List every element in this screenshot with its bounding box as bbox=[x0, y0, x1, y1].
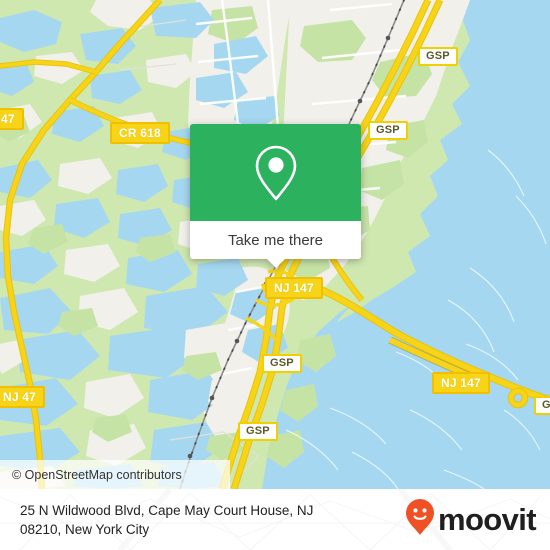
road-shield-gsp-2: GSP bbox=[368, 121, 408, 140]
road-shield-edge-partial: G bbox=[534, 396, 550, 415]
address-block: 25 N Wildwood Blvd, Cape May Court House… bbox=[20, 501, 313, 539]
attribution-text: © OpenStreetMap contributors bbox=[12, 467, 182, 482]
map-canvas[interactable]: GSP GSP CR 618 47 NJ 147 GSP NJ 47 GSP N… bbox=[0, 0, 550, 489]
map-screenshot: GSP GSP CR 618 47 NJ 147 GSP NJ 47 GSP N… bbox=[0, 0, 550, 550]
address-line-1: 25 N Wildwood Blvd, Cape May Court House… bbox=[20, 502, 314, 518]
location-pin-icon bbox=[253, 144, 299, 202]
road-shield-cr618: CR 618 bbox=[110, 122, 170, 144]
take-me-there-button[interactable]: Take me there bbox=[190, 221, 361, 259]
location-popup-card[interactable]: Take me there bbox=[190, 124, 361, 268]
road-shield-gsp-4: GSP bbox=[238, 422, 278, 441]
road-shield-nj147-east: NJ 147 bbox=[432, 372, 490, 394]
road-shield-nj47-bottom: NJ 47 bbox=[0, 386, 46, 408]
map-attribution[interactable]: © OpenStreetMap contributors bbox=[0, 460, 230, 489]
footer-bar: 25 N Wildwood Blvd, Cape May Court House… bbox=[0, 489, 550, 550]
popup-header bbox=[190, 124, 361, 221]
road-shield-gsp-1: GSP bbox=[418, 47, 458, 66]
road-shield-nj147-center: NJ 147 bbox=[265, 277, 323, 299]
popup-pointer-tail bbox=[266, 259, 285, 268]
road-shield-gsp-3: GSP bbox=[262, 354, 302, 373]
moovit-smiley-pin-icon bbox=[405, 498, 435, 541]
moovit-logo[interactable]: moovit bbox=[405, 498, 537, 541]
moovit-wordmark: moovit bbox=[437, 502, 537, 537]
road-shield-nj47-top: 47 bbox=[0, 108, 24, 130]
take-me-there-label: Take me there bbox=[227, 231, 324, 249]
address-line-2: 08210, New York City bbox=[20, 521, 150, 537]
